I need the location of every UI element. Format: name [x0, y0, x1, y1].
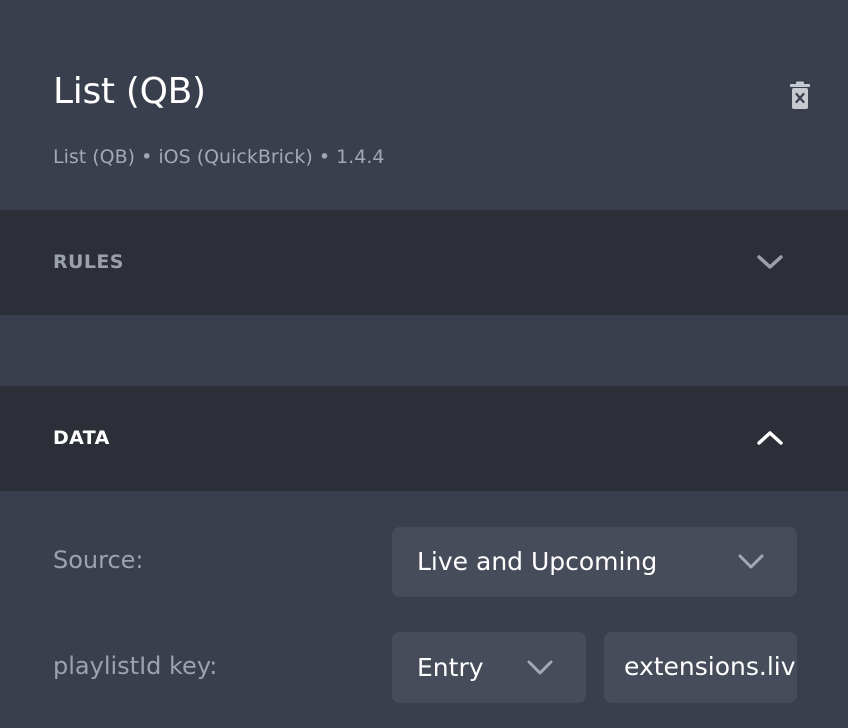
chevron-down-icon[interactable] [756, 252, 784, 272]
chevron-up-icon[interactable] [756, 428, 784, 448]
playlist-key-input-value: extensions.liv [624, 652, 796, 681]
playlist-key-label: playlistId key: [53, 652, 218, 680]
playlist-key-type-select[interactable]: Entry [392, 632, 586, 703]
trash-icon[interactable] [788, 81, 812, 111]
chevron-down-icon [526, 659, 554, 677]
playlist-key-type-value: Entry [417, 653, 484, 682]
data-section-toggle[interactable]: DATA [0, 386, 848, 491]
playlist-key-input[interactable]: extensions.liv [604, 632, 797, 703]
rules-section-toggle[interactable]: RULES [0, 210, 848, 315]
chevron-down-icon [737, 553, 765, 571]
source-label: Source: [53, 546, 144, 574]
component-subtitle: List (QB) • iOS (QuickBrick) • 1.4.4 [53, 146, 385, 168]
source-select[interactable]: Live and Upcoming [392, 527, 797, 597]
source-select-value: Live and Upcoming [417, 547, 658, 576]
rules-section-label: RULES [53, 251, 124, 273]
page-title: List (QB) [53, 71, 206, 112]
component-header: List (QB) List (QB) • iOS (QuickBrick) •… [0, 0, 848, 209]
data-section-label: DATA [53, 427, 110, 449]
